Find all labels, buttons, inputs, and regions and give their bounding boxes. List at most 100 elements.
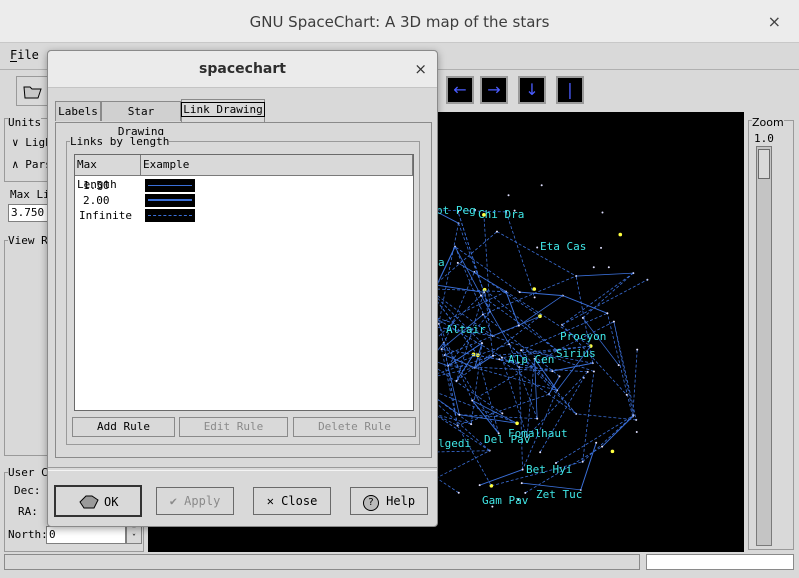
tab-labels-label: Labels bbox=[58, 105, 98, 118]
edit-rule-button[interactable]: Edit Rule bbox=[179, 417, 288, 437]
star-link bbox=[576, 272, 634, 277]
star-link bbox=[458, 223, 485, 293]
star-link bbox=[480, 295, 558, 351]
star-link bbox=[444, 354, 475, 369]
star-link bbox=[519, 291, 563, 297]
rule-example-solid-thin bbox=[145, 179, 195, 192]
tab-link-drawing[interactable]: Link Drawing bbox=[181, 99, 265, 122]
menu-file[interactable]: File bbox=[10, 48, 39, 62]
rule-max-length: 1.50 bbox=[83, 179, 110, 192]
window-title: GNU SpaceChart: A 3D map of the stars bbox=[249, 13, 550, 31]
north-field[interactable]: 0 bbox=[46, 526, 126, 544]
rotate-stop-button[interactable]: | bbox=[556, 76, 584, 104]
star-point bbox=[518, 291, 521, 294]
rule-max-length: 2.00 bbox=[83, 194, 110, 207]
star-point bbox=[601, 211, 604, 214]
rule-example-dashed bbox=[145, 209, 195, 222]
star-link bbox=[561, 272, 634, 326]
star-point bbox=[635, 431, 638, 434]
table-row[interactable]: 1.50 bbox=[75, 178, 413, 193]
ok-hand-icon bbox=[79, 495, 99, 509]
north-spinner[interactable]: ˆˇ bbox=[126, 526, 142, 544]
star-point bbox=[471, 399, 474, 402]
view-label: View R bbox=[8, 234, 48, 247]
rule-max-length: Infinite bbox=[79, 209, 132, 222]
max-link-label: Max Li bbox=[10, 188, 50, 201]
window-close-icon[interactable]: × bbox=[768, 12, 781, 31]
star-link bbox=[582, 415, 634, 463]
star-point bbox=[558, 375, 561, 378]
tab-labels[interactable]: Labels bbox=[55, 101, 101, 121]
open-folder-button[interactable] bbox=[16, 76, 48, 106]
column-max-length[interactable]: Max Length bbox=[75, 155, 141, 191]
star-point bbox=[612, 320, 615, 323]
star-point bbox=[539, 451, 542, 454]
star-point bbox=[480, 294, 483, 297]
star-link bbox=[518, 367, 523, 470]
tab-star-drawing[interactable]: Star Drawing bbox=[101, 101, 181, 138]
close-x-icon: ✕ bbox=[266, 494, 274, 508]
star-link bbox=[555, 415, 634, 464]
add-rule-button[interactable]: Add Rule bbox=[72, 417, 175, 437]
star-link bbox=[562, 295, 608, 314]
star-link bbox=[580, 442, 597, 491]
star-link bbox=[613, 321, 637, 420]
link-settings-dialog: spacechart × Labels Star Drawing Link Dr… bbox=[47, 50, 438, 527]
apply-label: Apply bbox=[184, 494, 221, 508]
parsecs-radio[interactable]: ∧ Pars bbox=[12, 158, 52, 171]
folder-icon bbox=[23, 86, 42, 99]
rotate-down-button[interactable]: ↓ bbox=[518, 76, 546, 104]
star-link bbox=[601, 416, 634, 448]
help-label: Help bbox=[386, 494, 416, 508]
tab-link-drawing-label: Link Drawing bbox=[181, 102, 265, 117]
star-label-zet-tuc: Zet Tuc bbox=[536, 488, 583, 501]
star-point bbox=[536, 417, 539, 420]
star-link bbox=[561, 279, 648, 326]
star-point bbox=[498, 358, 501, 361]
delete-rule-button[interactable]: Delete Rule bbox=[293, 417, 416, 437]
star-link bbox=[496, 231, 577, 277]
star-link bbox=[480, 295, 510, 345]
star-link bbox=[518, 295, 563, 326]
star-point bbox=[520, 349, 523, 352]
zoom-slider-track[interactable] bbox=[756, 146, 772, 546]
star-point bbox=[456, 261, 459, 264]
table-row[interactable]: 2.00 bbox=[75, 193, 413, 208]
ra-label: RA: bbox=[18, 505, 38, 518]
star-point bbox=[595, 441, 598, 444]
star-point bbox=[532, 287, 537, 291]
star-link bbox=[505, 211, 536, 298]
star-point bbox=[592, 266, 595, 269]
help-button[interactable]: ? Help bbox=[350, 487, 428, 515]
star-point bbox=[617, 364, 620, 367]
apply-button[interactable]: ✔ Apply bbox=[156, 487, 234, 515]
dialog-close-icon[interactable]: × bbox=[414, 60, 427, 78]
status-field-right bbox=[646, 554, 794, 570]
dec-label: Dec: bbox=[14, 484, 41, 497]
column-example[interactable]: Example bbox=[141, 155, 413, 175]
light-years-radio[interactable]: ∨ Ligh bbox=[12, 136, 52, 149]
star-link bbox=[438, 291, 507, 325]
user-coords-label: User C bbox=[8, 466, 48, 479]
rule-example-solid-thick bbox=[145, 194, 195, 207]
dialog-title-bar: spacechart × bbox=[48, 51, 437, 88]
ok-button[interactable]: OK bbox=[54, 485, 142, 517]
table-row[interactable]: Infinite bbox=[75, 208, 413, 223]
rotate-right-button[interactable]: → bbox=[480, 76, 508, 104]
close-button[interactable]: ✕ Close bbox=[253, 487, 331, 515]
ok-label: OK bbox=[104, 495, 119, 509]
star-point bbox=[581, 460, 584, 463]
star-link bbox=[483, 214, 491, 312]
star-point bbox=[551, 370, 554, 373]
star-label-gam-pav: Gam Pav bbox=[482, 494, 529, 507]
star-link bbox=[576, 413, 637, 421]
star-point bbox=[507, 194, 510, 197]
star-point bbox=[457, 491, 460, 494]
help-icon: ? bbox=[362, 495, 379, 511]
star-label-eta-cas: Eta Cas bbox=[540, 240, 587, 253]
rotate-left-button[interactable]: ← bbox=[446, 76, 474, 104]
zoom-value: 1.0 bbox=[754, 132, 774, 145]
zoom-slider-handle[interactable] bbox=[758, 149, 770, 179]
star-label-chi-dra: Chi Dra bbox=[478, 208, 525, 221]
status-field-left bbox=[4, 554, 640, 570]
